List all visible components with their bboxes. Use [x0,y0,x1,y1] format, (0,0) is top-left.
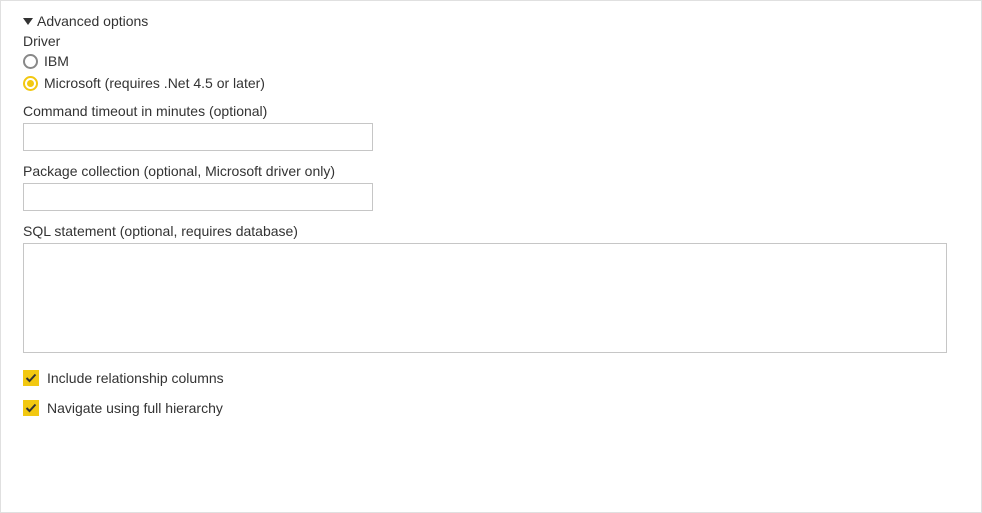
package-label: Package collection (optional, Microsoft … [23,163,959,179]
hierarchy-label: Navigate using full hierarchy [47,400,223,416]
radio-label-ibm: IBM [44,53,69,69]
driver-label: Driver [23,33,959,49]
advanced-options-panel: Advanced options Driver IBM Microsoft (r… [0,0,982,513]
radio-icon [23,54,38,69]
checkbox-checked-icon [23,400,39,416]
radio-selected-icon [23,76,38,91]
package-input[interactable] [23,183,373,211]
driver-radio-ibm[interactable]: IBM [23,53,959,69]
radio-label-microsoft: Microsoft (requires .Net 4.5 or later) [44,75,265,91]
advanced-options-toggle[interactable]: Advanced options [23,13,959,29]
driver-radio-microsoft[interactable]: Microsoft (requires .Net 4.5 or later) [23,75,959,91]
relationship-label: Include relationship columns [47,370,224,386]
timeout-label: Command timeout in minutes (optional) [23,103,959,119]
sql-input[interactable] [23,243,947,353]
caret-down-icon [23,18,33,25]
hierarchy-checkbox[interactable]: Navigate using full hierarchy [23,400,959,416]
timeout-input[interactable] [23,123,373,151]
sql-label: SQL statement (optional, requires databa… [23,223,959,239]
checkbox-checked-icon [23,370,39,386]
relationship-checkbox[interactable]: Include relationship columns [23,370,959,386]
expander-title: Advanced options [37,13,148,29]
